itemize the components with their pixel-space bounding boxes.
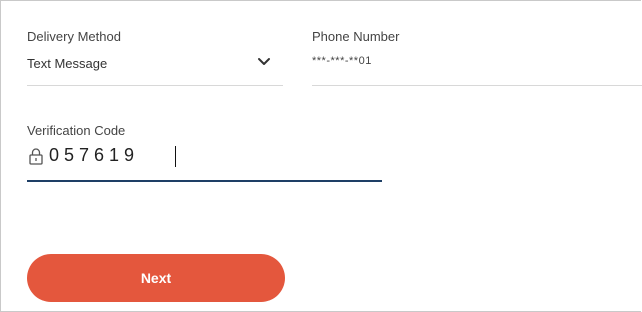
phone-number-label: Phone Number <box>312 29 400 44</box>
phone-number-value: ***-***-**01 <box>312 55 372 67</box>
verification-code-input[interactable]: 057619 <box>49 145 139 166</box>
lock-icon <box>29 148 43 165</box>
delivery-method-label: Delivery Method <box>27 29 121 44</box>
phone-number-divider <box>312 85 642 86</box>
next-button[interactable]: Next <box>27 254 285 302</box>
verification-code-focus-underline <box>27 180 382 182</box>
verification-form: Delivery Method Text Message Phone Numbe… <box>0 0 642 312</box>
delivery-method-divider <box>27 85 283 86</box>
text-caret <box>175 146 176 167</box>
chevron-down-icon[interactable] <box>257 57 271 67</box>
delivery-method-value[interactable]: Text Message <box>27 56 107 71</box>
verification-code-label: Verification Code <box>27 123 126 138</box>
delivery-method-select[interactable]: Delivery Method Text Message <box>27 27 283 89</box>
verification-code-field[interactable]: Verification Code 057619 <box>27 121 383 185</box>
phone-number-field: Phone Number ***-***-**01 <box>312 27 642 89</box>
